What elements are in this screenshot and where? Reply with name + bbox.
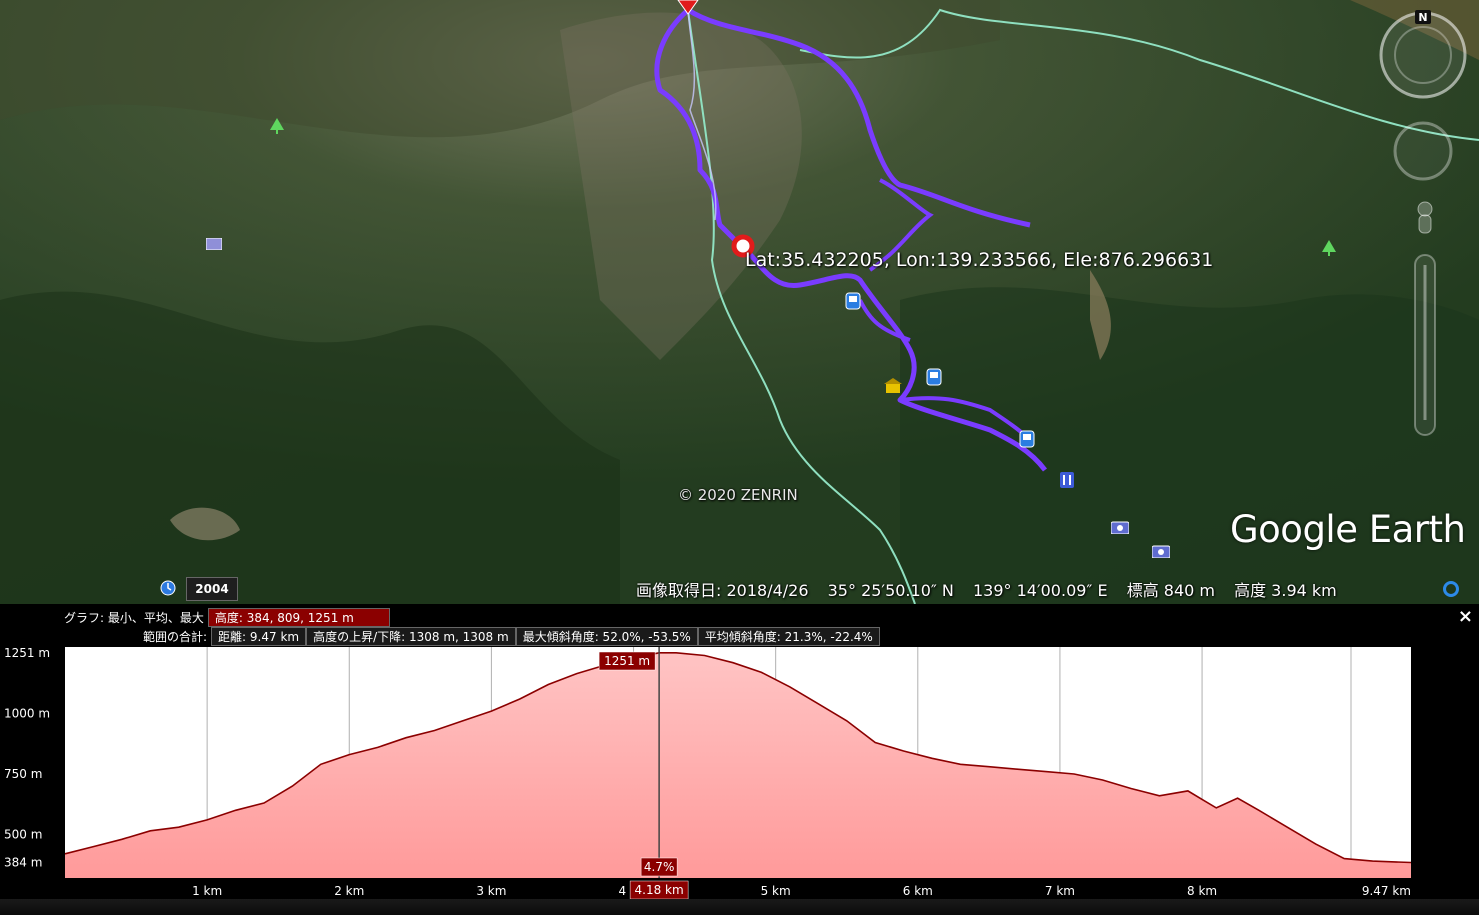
x-tick-label: 7 km (1045, 884, 1075, 898)
clock-icon[interactable] (160, 580, 176, 596)
status-bar: 画像取得日: 2018/4/26 35° 25′50.10″ N 139° 14… (636, 577, 1351, 601)
tree-icon[interactable] (1322, 240, 1336, 256)
look-joystick-icon[interactable] (1392, 120, 1454, 182)
coordinate-label: Lat:35.432205, Lon:139.233566, Ele:876.2… (745, 249, 1214, 271)
tree-icon[interactable] (270, 118, 284, 134)
shrine-icon[interactable] (884, 378, 902, 394)
cursor-slope-label: 4.7% (644, 860, 675, 874)
elevation-stats: 高度: 384, 809, 1251 m (207, 608, 390, 627)
latitude-readout: 35° 25′50.10″ N (827, 581, 954, 600)
train-icon[interactable] (926, 368, 942, 386)
timeline-year-button[interactable]: 2004 (186, 577, 238, 601)
copyright-text: © 2020 ZENRIN (678, 486, 798, 504)
gain-loss-stat: 高度の上昇/下降: 1308 m, 1308 m (306, 627, 516, 646)
cursor-elevation-label: 1251 m (604, 654, 650, 668)
google-earth-logo: Google Earth (1230, 508, 1466, 551)
start-pin-icon[interactable] (676, 0, 700, 16)
y-tick-label: 384 m (4, 856, 42, 870)
graph-label: グラフ: 最小、平均、最大 (64, 611, 204, 625)
avg-slope-stat: 平均傾斜角度: 21.3%, -22.4% (697, 627, 880, 646)
range-info-line: 範囲の合計: 距離: 9.47 km 高度の上昇/下降: 1308 m, 1308 … (143, 627, 880, 646)
x-tick-label: 8 km (1187, 884, 1217, 898)
elevation-profile-panel: 1251 m 1000 m 750 m 500 m 384 m 1 km 2 km 3 km 4… (0, 604, 1479, 915)
train-icon[interactable] (1019, 430, 1035, 448)
hotel-icon[interactable] (206, 238, 222, 250)
y-tick-label: 500 m (4, 827, 42, 841)
distance-stat: 距離: 9.47 km (211, 627, 307, 646)
cursor-distance-label: 4.18 km (635, 883, 684, 897)
refresh-icon[interactable] (1442, 580, 1460, 598)
x-tick-label: 6 km (903, 884, 933, 898)
altitude-readout: 高度 3.94 km (1234, 581, 1337, 600)
x-tick-label: 1 km (192, 884, 222, 898)
zoom-slider[interactable] (1410, 195, 1440, 440)
y-tick-label: 1251 m (4, 646, 50, 660)
longitude-readout: 139° 14′00.09″ E (973, 581, 1108, 600)
restaurant-icon[interactable] (1060, 472, 1074, 488)
map-view[interactable]: Lat:35.432205, Lon:139.233566, Ele:876.2… (0, 0, 1479, 604)
x-tick-label: 9.47 km (1362, 884, 1411, 898)
elevation-chart[interactable]: 1251 m 1000 m 750 m 500 m 384 m 1 km 2 km 3 km 4… (0, 604, 1479, 899)
camera-icon[interactable] (1152, 544, 1170, 558)
bottom-strip (0, 899, 1479, 915)
x-tick-label: 2 km (334, 884, 364, 898)
x-tick-label: 5 km (761, 884, 791, 898)
x-tick-label: 3 km (476, 884, 506, 898)
compass-icon[interactable]: N (1376, 8, 1470, 102)
y-tick-label: 750 m (4, 767, 42, 781)
close-icon[interactable]: × (1458, 606, 1473, 627)
compass-letter: N (1418, 11, 1427, 24)
graph-info-line: グラフ: 最小、平均、最大 高度: 384, 809, 1251 m (64, 608, 390, 627)
camera-icon[interactable] (1111, 520, 1129, 534)
y-tick-label: 1000 m (4, 707, 50, 721)
max-slope-stat: 最大傾斜角度: 52.0%, -53.5% (515, 627, 698, 646)
elevation-readout: 標高 840 m (1126, 581, 1215, 600)
train-icon[interactable] (845, 292, 861, 310)
imagery-date: 画像取得日: 2018/4/26 (636, 581, 809, 600)
range-label: 範囲の合計: (143, 630, 208, 644)
